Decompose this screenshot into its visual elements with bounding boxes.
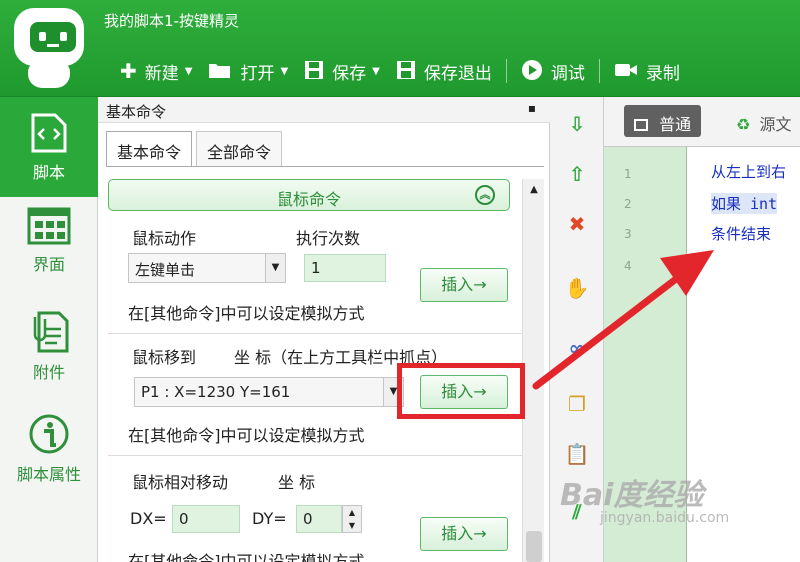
line-number: 4: [624, 259, 632, 273]
annotation-highlight-box: [397, 363, 525, 419]
hand-icon[interactable]: ✋: [562, 273, 592, 303]
repeat-count-input[interactable]: 1: [304, 254, 386, 282]
watermark-logo: Bai度经验: [560, 478, 704, 513]
mouse-move-label: 鼠标移到: [132, 348, 197, 367]
script-icon: [31, 113, 67, 153]
source-view-icon: ♻: [736, 115, 751, 134]
video-camera-icon: [614, 61, 638, 82]
grid-icon: [27, 207, 71, 245]
collapse-icon[interactable]: ︽: [475, 185, 495, 205]
paste-icon[interactable]: 📋: [562, 439, 592, 469]
nav-item-script[interactable]: 脚本: [0, 97, 98, 197]
plus-icon: ✚: [120, 59, 137, 83]
chevron-down-icon[interactable]: ▼: [265, 254, 285, 282]
dy-label: DY=: [252, 509, 287, 528]
scroll-up-icon[interactable]: ▲: [523, 179, 545, 201]
pin-icon[interactable]: ▪: [528, 101, 536, 115]
command-tabs: 基本命令 全部命令: [106, 131, 286, 167]
dy-stepper[interactable]: ▲ ▼: [342, 505, 362, 533]
nav-item-interface[interactable]: 界面: [0, 207, 98, 297]
panel-scrollbar[interactable]: ▲: [522, 179, 544, 562]
dy-input[interactable]: 0: [296, 505, 342, 533]
line-number: 2: [624, 197, 632, 211]
mouse-action-select[interactable]: 左键单击 ▼: [128, 253, 286, 283]
main-toolbar: ✚ 新建 ▼ 打开 ▼ 保存 ▼ 保存退出 调试 录制: [112, 52, 688, 90]
code-line[interactable]: 从左上到右: [711, 161, 786, 182]
folder-icon: [208, 61, 232, 82]
open-button[interactable]: 打开 ▼: [200, 55, 296, 87]
insert-relative-move-button[interactable]: 插入→: [420, 517, 508, 551]
record-button[interactable]: 录制: [606, 55, 688, 87]
app-logo-icon: [10, 8, 88, 90]
code-line[interactable]: 条件结束: [711, 223, 771, 244]
move-down-icon[interactable]: ⇩: [562, 109, 592, 139]
toolbar-separator: [505, 59, 507, 83]
section-title: 鼠标命令: [276, 190, 341, 209]
nav-item-script-properties[interactable]: 脚本属性: [0, 413, 98, 503]
divider: [108, 455, 528, 456]
normal-view-icon: [634, 119, 648, 131]
info-icon: [29, 414, 69, 454]
tab-source-mode[interactable]: ♻ 源文: [726, 105, 800, 137]
panel-title: 基本命令: [106, 103, 167, 121]
left-nav: 脚本 界面 附件 脚本属性: [0, 97, 98, 562]
panel-header: 基本命令 ▪: [98, 97, 550, 123]
play-icon: [521, 59, 543, 84]
dx-label: DX=: [130, 509, 167, 528]
save-exit-button[interactable]: 保存退出: [388, 55, 500, 87]
repeat-count-label: 执行次数: [296, 229, 361, 248]
nav-item-attachment[interactable]: 附件: [0, 309, 98, 399]
mouse-action-label: 鼠标动作: [132, 229, 197, 248]
line-number: 3: [624, 227, 632, 241]
tab-normal-mode[interactable]: 普通: [624, 105, 702, 137]
dx-input[interactable]: 0: [172, 505, 240, 533]
dropdown-arrow-icon[interactable]: ▼: [185, 66, 193, 77]
tab-all-commands[interactable]: 全部命令: [196, 131, 283, 167]
hint-text: 在[其他命令]中可以设定模拟方式: [128, 552, 365, 562]
tab-basic-commands[interactable]: 基本命令: [106, 131, 193, 167]
floppy-icon: [304, 60, 324, 83]
tabs-divider: [106, 166, 544, 167]
hint-text: 在[其他命令]中可以设定模拟方式: [128, 426, 365, 445]
coordinate-label: 坐 标: [278, 473, 316, 492]
dropdown-arrow-icon[interactable]: ▼: [280, 66, 288, 77]
point-select[interactable]: P1 : X=1230 Y=161 ▼: [134, 377, 404, 407]
link-icon[interactable]: ∞: [562, 333, 592, 363]
divider: [108, 333, 528, 334]
relative-move-label: 鼠标相对移动: [132, 473, 229, 492]
hint-text: 在[其他命令]中可以设定模拟方式: [128, 304, 365, 323]
watermark-url: jingyan.baidu.com: [600, 510, 730, 526]
app-header: 我的脚本1-按键精灵 ✚ 新建 ▼ 打开 ▼ 保存 ▼ 保存退出 调试 录制: [0, 0, 800, 97]
save-button[interactable]: 保存 ▼: [296, 55, 388, 87]
paperclip-document-icon: [33, 311, 69, 353]
save-exit-icon: [396, 60, 416, 83]
code-line[interactable]: 如果 int: [711, 193, 778, 214]
line-number: 1: [624, 167, 632, 181]
move-up-icon[interactable]: ⇧: [562, 159, 592, 189]
mouse-commands-header[interactable]: 鼠标命令 ︽: [108, 179, 510, 211]
window-title: 我的脚本1-按键精灵: [104, 12, 239, 30]
debug-button[interactable]: 调试: [513, 55, 593, 87]
command-panel: 基本命令 ▪ 基本命令 全部命令 鼠标命令 ︽ 鼠标动作 执行次数 左键单击 ▼…: [98, 97, 550, 562]
new-button[interactable]: ✚ 新建 ▼: [112, 55, 200, 87]
scroll-thumb[interactable]: [526, 531, 542, 562]
toolbar-separator: [598, 59, 600, 83]
copy-icon[interactable]: ❐: [562, 389, 592, 419]
insert-mouse-action-button[interactable]: 插入→: [420, 268, 508, 302]
editor-mode-tabs: 普通 ♻ 源文: [604, 97, 800, 147]
delete-icon[interactable]: ✖: [562, 209, 592, 239]
dropdown-arrow-icon[interactable]: ▼: [372, 66, 380, 77]
